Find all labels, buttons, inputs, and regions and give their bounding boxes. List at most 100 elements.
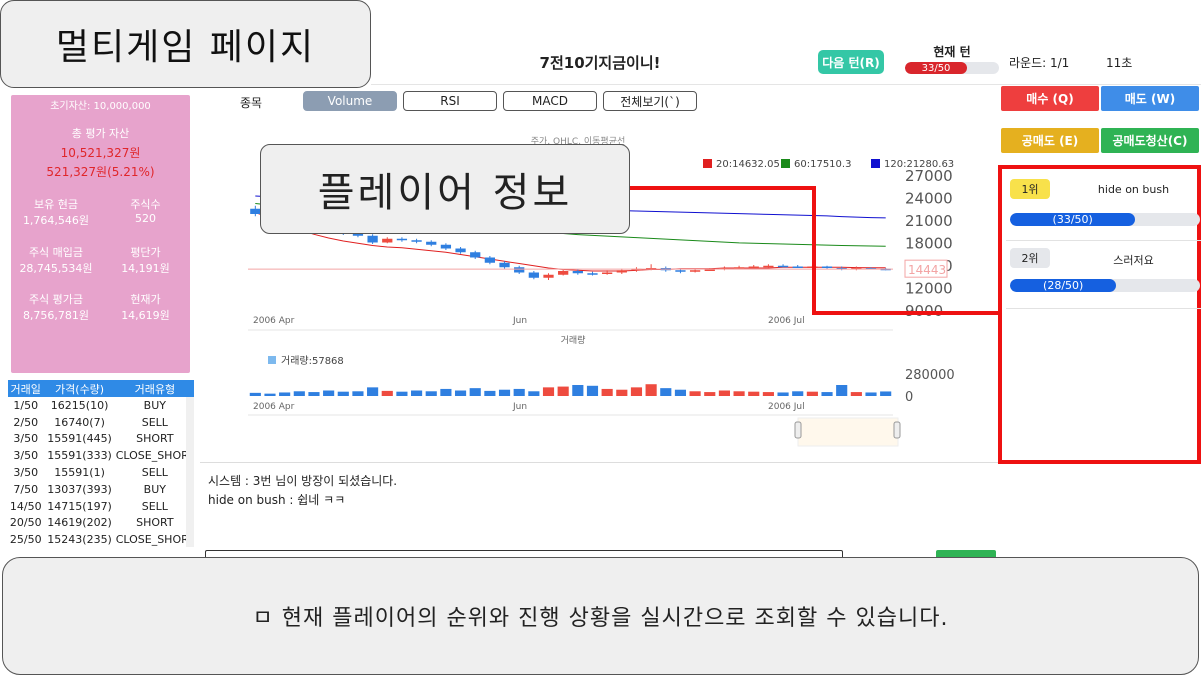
candle-body <box>587 273 598 275</box>
candle-body <box>514 267 525 273</box>
room-title: 7전10기지금이니! <box>539 54 661 72</box>
rank-progress-fill: (28/50) <box>1010 279 1117 292</box>
volume-legend-swatch <box>268 356 276 364</box>
feature-caption: ㅁ 현재 플레이어의 순위와 진행 상황을 실시간으로 조회할 수 있습니다. <box>2 557 1199 675</box>
buy-amount-value: 28,745,534원 <box>19 262 93 275</box>
trade-scrollbar[interactable] <box>186 397 194 547</box>
trade-row: 3/50 15591(445) SHORT <box>8 431 194 448</box>
trade-type: SHORT <box>136 432 174 446</box>
trade-type: SHORT <box>136 516 174 530</box>
ma-legend-swatch <box>781 159 790 168</box>
chat-message: 시스템 : 3번 님이 방장이 되셨습니다. <box>208 474 398 488</box>
rank-progress-fill: (33/50) <box>1010 213 1136 226</box>
trade-row: 2/50 16740(7) SELL <box>8 414 194 431</box>
short-sell-button[interactable]: 공매도 (E) <box>1001 128 1099 153</box>
candle-body <box>440 244 452 249</box>
candle-body <box>792 266 803 268</box>
trade-price-qty: 15243(235) <box>47 533 112 547</box>
trade-day: 3/50 <box>13 466 39 480</box>
x-tick-label: 2006 Apr <box>253 316 295 326</box>
buy-amount-label: 주식 매입금 <box>28 246 84 259</box>
trade-day: 1/50 <box>13 398 39 412</box>
volume-bar <box>777 392 789 396</box>
buy-button[interactable]: 매수 (Q) <box>1001 86 1099 111</box>
volume-bar <box>308 392 320 396</box>
short-cover-button[interactable]: 공매도청산(C) <box>1101 128 1199 153</box>
total-assets-value: 10,521,327원 <box>60 146 141 160</box>
total-assets-change: 521,327원(5.21%) <box>46 165 155 179</box>
rank-player-name: 스러저요 <box>1113 254 1154 267</box>
candle-body <box>616 270 627 273</box>
volume-tick-label: 0 <box>905 390 913 405</box>
current-price-value: 14,619원 <box>121 309 170 322</box>
trade-row: 7/50 13037(393) BUY <box>8 481 194 498</box>
zoom-handle-right[interactable] <box>893 421 901 439</box>
candle-body <box>250 208 261 214</box>
volume-bar <box>821 392 833 396</box>
volume-tick-label: 280000 <box>905 368 955 383</box>
trade-header-price: 가격(수량) <box>43 380 116 397</box>
volume-bar <box>704 392 716 396</box>
rank-player-name: hide on bush <box>1097 183 1170 196</box>
trade-row: 3/50 15591(1) SELL <box>8 464 194 481</box>
volume-bar <box>630 387 643 396</box>
trade-price-qty: 15591(445) <box>47 432 112 446</box>
trade-day: 7/50 <box>13 482 39 496</box>
candle-body <box>777 265 789 268</box>
candle-body <box>821 266 833 268</box>
candle-body <box>382 238 393 243</box>
price-tick-label: 21000 <box>905 212 953 230</box>
rank-badge: 1위 <box>1010 179 1050 199</box>
trade-type: CLOSE_SHORT <box>115 533 194 547</box>
asset-summary-panel: 초기자산: 10,000,000 총 평가 자산 10,521,327원 521… <box>11 95 190 373</box>
candle-body <box>572 271 583 274</box>
show-all-tab[interactable]: 전체보기(`) <box>603 91 697 111</box>
volume-bar <box>836 385 848 396</box>
total-assets-label: 총 평가 자산 <box>71 127 130 140</box>
volume-bar <box>440 388 452 396</box>
price-tick-label: 24000 <box>905 190 953 208</box>
cash-label: 보유 현금 <box>34 198 78 211</box>
turn-timer: 11초 <box>1106 56 1133 70</box>
trade-day: 20/50 <box>9 516 42 530</box>
ma-legend-swatch <box>871 159 880 168</box>
ma-legend-item: 60:17510.3 <box>794 159 851 170</box>
trade-type: CLOSE_SHORT <box>115 449 194 463</box>
candle-body <box>763 265 774 268</box>
trade-price-qty: 15591(1) <box>54 466 105 480</box>
trade-type: BUY <box>143 398 166 412</box>
volume-tab[interactable]: Volume <box>303 91 397 111</box>
candle-body <box>807 266 818 268</box>
volume-bar <box>586 385 599 396</box>
macd-tab[interactable]: MACD <box>503 91 597 111</box>
candle-body <box>733 267 745 269</box>
candle-body <box>484 257 496 263</box>
volume-title: 거래량 <box>561 334 586 346</box>
volume-bar <box>572 385 584 396</box>
zoom-handle-left[interactable] <box>794 421 802 439</box>
trade-row: 25/50 15243(235) CLOSE_SHORT <box>8 531 194 548</box>
current-turn-label: 현재 턴 <box>933 45 971 59</box>
zoom-range-selector[interactable] <box>797 417 899 447</box>
stock-label: 종목 <box>240 96 263 110</box>
trade-day: 14/50 <box>9 499 42 513</box>
x-tick-label: 2006 Apr <box>253 402 295 412</box>
rsi-tab[interactable]: RSI <box>403 91 497 111</box>
price-tick-label: 9000 <box>905 302 943 320</box>
trade-price-qty: 16740(7) <box>54 415 105 429</box>
trade-header-type: 거래유형 <box>115 380 194 397</box>
price-tick-label: 12000 <box>905 280 953 298</box>
rank-progress-bar: (33/50) <box>1010 213 1200 226</box>
x-tick-label: 2006 Jul <box>768 316 805 326</box>
sell-button[interactable]: 매도 (W) <box>1101 86 1199 111</box>
trade-history-table: 거래일 가격(수량) 거래유형 1/50 16215(10) BUY 2/50 1674… <box>8 380 194 548</box>
next-turn-button[interactable]: 다음 턴(R) <box>818 50 884 74</box>
trade-day: 25/50 <box>9 533 42 547</box>
volume-bar <box>762 392 774 396</box>
volume-bar <box>396 391 408 396</box>
x-tick-label: Jun <box>512 402 527 412</box>
volume-bar <box>293 391 305 396</box>
player-info-callout: 플레이어 정보 <box>260 144 630 234</box>
ma-legend-item: 20:14632.05 <box>716 159 780 170</box>
volume-bar <box>454 390 467 396</box>
